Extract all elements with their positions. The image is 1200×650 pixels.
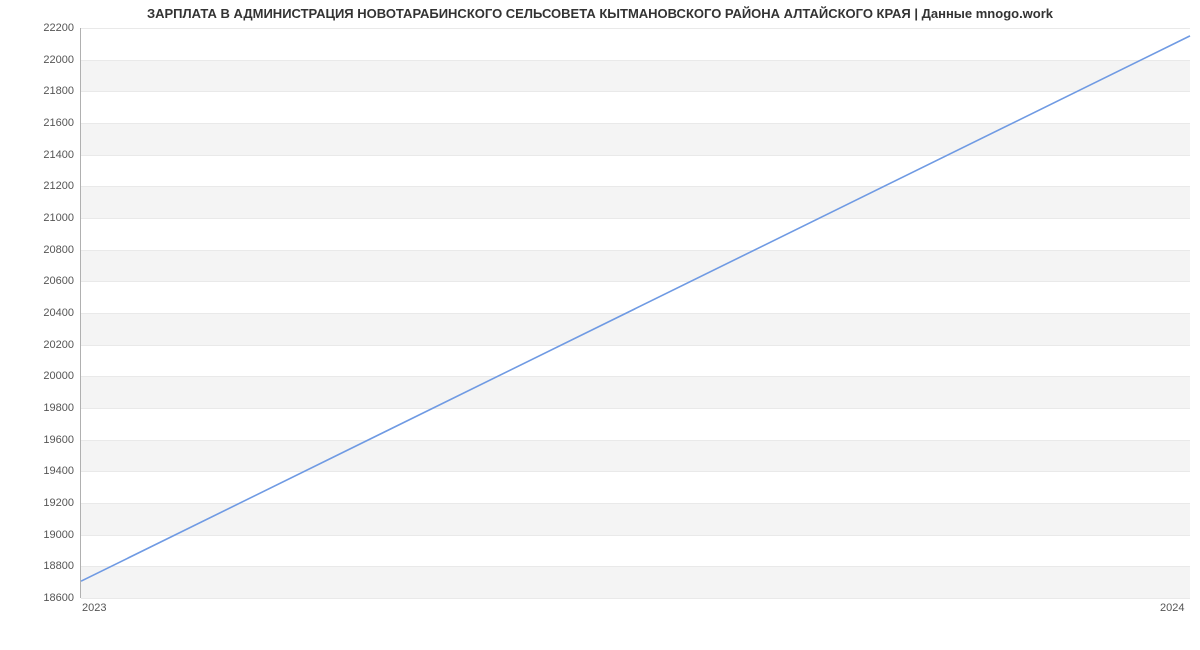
y-tick-label: 21400 <box>4 149 74 161</box>
y-tick-label: 19600 <box>4 434 74 446</box>
y-tick-label: 18600 <box>4 592 74 604</box>
line-series <box>81 28 1190 597</box>
y-tick-label: 21800 <box>4 85 74 97</box>
grid-line <box>81 598 1190 599</box>
y-tick-label: 20800 <box>4 244 74 256</box>
y-tick-label: 20400 <box>4 307 74 319</box>
y-tick-label: 20600 <box>4 275 74 287</box>
y-tick-label: 19000 <box>4 529 74 541</box>
chart-container: ЗАРПЛАТА В АДМИНИСТРАЦИЯ НОВОТАРАБИНСКОГ… <box>0 0 1200 650</box>
y-tick-label: 22000 <box>4 54 74 66</box>
y-tick-label: 22200 <box>4 22 74 34</box>
chart-title: ЗАРПЛАТА В АДМИНИСТРАЦИЯ НОВОТАРАБИНСКОГ… <box>0 6 1200 21</box>
series-line <box>81 36 1190 581</box>
y-tick-label: 21000 <box>4 212 74 224</box>
y-tick-label: 20200 <box>4 339 74 351</box>
x-tick-label: 2023 <box>82 602 106 614</box>
x-tick-label: 2024 <box>1160 602 1184 614</box>
y-tick-label: 21600 <box>4 117 74 129</box>
y-tick-label: 20000 <box>4 370 74 382</box>
plot-area <box>80 28 1190 598</box>
y-tick-label: 21200 <box>4 180 74 192</box>
y-tick-label: 19400 <box>4 465 74 477</box>
y-tick-label: 19200 <box>4 497 74 509</box>
y-tick-label: 19800 <box>4 402 74 414</box>
y-tick-label: 18800 <box>4 560 74 572</box>
